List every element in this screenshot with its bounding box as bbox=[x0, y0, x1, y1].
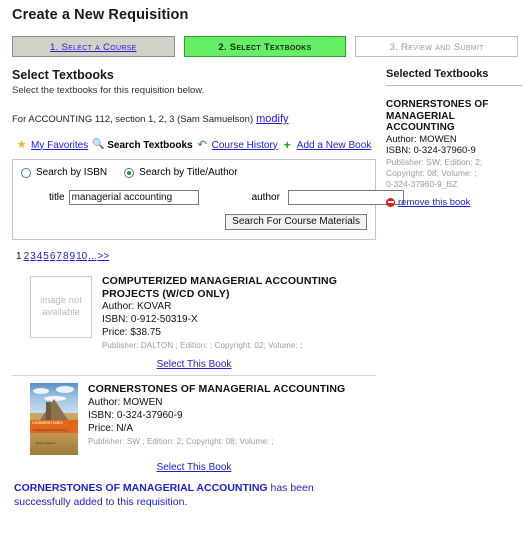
pager-next[interactable]: >> bbox=[98, 251, 110, 262]
cover-subtitle-text: of Managerial Accounting bbox=[33, 428, 67, 433]
pagination: 1 2345678910...>> bbox=[12, 249, 376, 268]
step-select-a-course[interactable]: 1. Select a Course bbox=[12, 36, 175, 57]
pager-page-3[interactable]: 3 bbox=[30, 251, 36, 262]
title-label: title bbox=[49, 192, 65, 203]
author-label: author bbox=[251, 192, 280, 203]
radio-search-by-title-author[interactable] bbox=[124, 167, 135, 178]
title-input[interactable] bbox=[68, 190, 199, 205]
remove-book-row[interactable]: remove this book bbox=[386, 197, 522, 208]
star-icon: ★ bbox=[16, 138, 27, 151]
modify-link[interactable]: modify bbox=[256, 113, 288, 125]
course-text: For ACCOUNTING 112, section 1, 2, 3 (Sam… bbox=[12, 114, 254, 125]
nav-search-textbooks[interactable]: Search Textbooks bbox=[107, 140, 192, 151]
pager-page-2[interactable]: 2 bbox=[24, 251, 30, 262]
selected-book: CORNERSTONES OF MANAGERIAL ACCOUNTING Au… bbox=[386, 99, 522, 208]
content-columns: Select Textbooks Select the textbooks fo… bbox=[0, 57, 530, 509]
pager-page-10[interactable]: 10 bbox=[76, 251, 87, 262]
book-price: Price: N/A bbox=[88, 422, 134, 434]
book-isbn: ISBN: 0-324-37960-9 bbox=[88, 409, 183, 421]
remove-icon[interactable] bbox=[386, 197, 395, 207]
search-fields-row: title author bbox=[21, 190, 404, 205]
radio-isbn-label: Search by ISBN bbox=[36, 167, 108, 178]
cover-cloud bbox=[56, 386, 74, 393]
success-book-title: CORNERSTONES OF MANAGERIAL ACCOUNTING bbox=[14, 482, 268, 494]
nav-add-a-new-book[interactable]: Add a New Book bbox=[297, 140, 372, 151]
radio-search-by-isbn[interactable] bbox=[21, 167, 31, 178]
main-column: Select Textbooks Select the textbooks fo… bbox=[0, 68, 404, 509]
pager-page-6[interactable]: 6 bbox=[50, 251, 56, 262]
success-message: CORNERSTONES OF MANAGERIAL ACCOUNTING ha… bbox=[12, 478, 376, 509]
selected-book-isbn: ISBN: 0-324-37960-9 bbox=[386, 145, 476, 156]
result-item: image not available COMPUTERIZED MANAGER… bbox=[12, 268, 376, 375]
step-review-and-submit[interactable]: 3. Review and Submit bbox=[355, 36, 519, 57]
section-subtitle: Select the textbooks for this requisitio… bbox=[12, 85, 205, 96]
pager-page-5[interactable]: 5 bbox=[43, 251, 49, 262]
book-author: Author: KOVAR bbox=[102, 301, 172, 312]
book-meta: COMPUTERIZED MANAGERIAL ACCOUNTING PROJE… bbox=[102, 272, 376, 352]
book-cover-image: CORNERSTONES of Managerial Accounting Mo… bbox=[30, 383, 78, 455]
page-title: Create a New Requisition bbox=[12, 7, 189, 23]
book-author: Author: MOWEN bbox=[88, 396, 163, 408]
remove-this-book-link[interactable]: remove this book bbox=[398, 197, 470, 208]
cover-author-text: Mowen Hansen bbox=[36, 440, 56, 445]
section-title: Select Textbooks bbox=[12, 68, 114, 82]
search-button-row: Search For Course Materials bbox=[21, 214, 367, 230]
selected-textbooks-panel: Selected Textbooks CORNERSTONES OF MANAG… bbox=[376, 68, 530, 509]
book-meta: CORNERSTONES OF MANAGERIAL ACCOUNTING Au… bbox=[88, 380, 345, 455]
selected-book-copyright: Copyright: 08; Volume: ; bbox=[386, 167, 477, 178]
textbook-nav: ★ My Favorites 🔍 Search Textbooks ↶ Cour… bbox=[12, 139, 376, 151]
step-wizard: 1. Select a Course 2. Select Textbooks 3… bbox=[0, 23, 530, 57]
book-publisher: Publisher: SW ; Edition: 2; Copyright: 0… bbox=[88, 436, 274, 446]
radio-title-author-label: Search by Title/Author bbox=[139, 167, 238, 178]
pager-ellipsis[interactable]: ... bbox=[88, 251, 96, 262]
sidebar-divider bbox=[386, 85, 522, 86]
select-book-row: Select This Book bbox=[12, 352, 376, 375]
result-body: image not available COMPUTERIZED MANAGER… bbox=[12, 272, 376, 352]
pager-page-8[interactable]: 8 bbox=[63, 251, 69, 262]
step-3-label: 3. Review and Submit bbox=[389, 42, 484, 53]
nav-course-history[interactable]: Course History bbox=[212, 140, 278, 151]
step-select-textbooks[interactable]: 2. Select Textbooks bbox=[183, 36, 347, 57]
select-this-book-link[interactable]: Select This Book bbox=[157, 359, 232, 370]
book-thumbnail-placeholder: image not available bbox=[30, 276, 92, 338]
result-body: CORNERSTONES of Managerial Accounting Mo… bbox=[12, 380, 376, 455]
book-title: CORNERSTONES OF MANAGERIAL ACCOUNTING bbox=[88, 383, 346, 395]
pager-page-7[interactable]: 7 bbox=[56, 251, 62, 262]
requisition-page: Create a New Requisition 1. Select a Cou… bbox=[0, 0, 530, 536]
history-icon: ↶ bbox=[197, 138, 207, 151]
select-this-book-link[interactable]: Select This Book bbox=[157, 462, 232, 473]
cover-cloud bbox=[33, 388, 49, 394]
search-mode-radios: Search by ISBN Search by Title/Author bbox=[21, 167, 367, 178]
course-context: For ACCOUNTING 112, section 1, 2, 3 (Sam… bbox=[12, 113, 376, 125]
selected-book-code: 0-324-37960-9_BZ bbox=[386, 178, 458, 189]
book-publisher: Publisher: DALTON ; Edition: ; Copyright… bbox=[102, 341, 303, 350]
book-isbn: ISBN: 0-912-50319-X bbox=[102, 314, 198, 325]
pager-page-9[interactable]: 9 bbox=[70, 251, 76, 262]
step-1-label[interactable]: 1. Select a Course bbox=[50, 42, 137, 53]
search-course-materials-button[interactable]: Search For Course Materials bbox=[225, 214, 367, 230]
pager-page-4[interactable]: 4 bbox=[37, 251, 43, 262]
selected-book-title: CORNERSTONES OF MANAGERIAL ACCOUNTING bbox=[386, 99, 489, 133]
step-2-label: 2. Select Textbooks bbox=[218, 42, 312, 53]
sidebar-title: Selected Textbooks bbox=[386, 68, 489, 80]
book-title: COMPUTERIZED MANAGERIAL ACCOUNTING PROJE… bbox=[102, 275, 337, 300]
cover-title-text: CORNERSTONES bbox=[32, 421, 63, 426]
book-price: Price: $38.75 bbox=[102, 327, 161, 338]
nav-my-favorites[interactable]: My Favorites bbox=[31, 140, 88, 151]
plus-icon: + bbox=[283, 138, 291, 152]
result-item: CORNERSTONES of Managerial Accounting Mo… bbox=[12, 376, 376, 478]
search-panel: Search by ISBN Search by Title/Author ti… bbox=[12, 159, 404, 240]
selected-book-author: Author: MOWEN bbox=[386, 133, 457, 145]
magnifier-icon: 🔍 bbox=[92, 139, 105, 150]
pager-current: 1 bbox=[16, 251, 22, 262]
selected-book-publisher: Publisher: SW; Edition: 2; bbox=[386, 156, 483, 167]
select-book-row: Select This Book bbox=[12, 455, 376, 478]
